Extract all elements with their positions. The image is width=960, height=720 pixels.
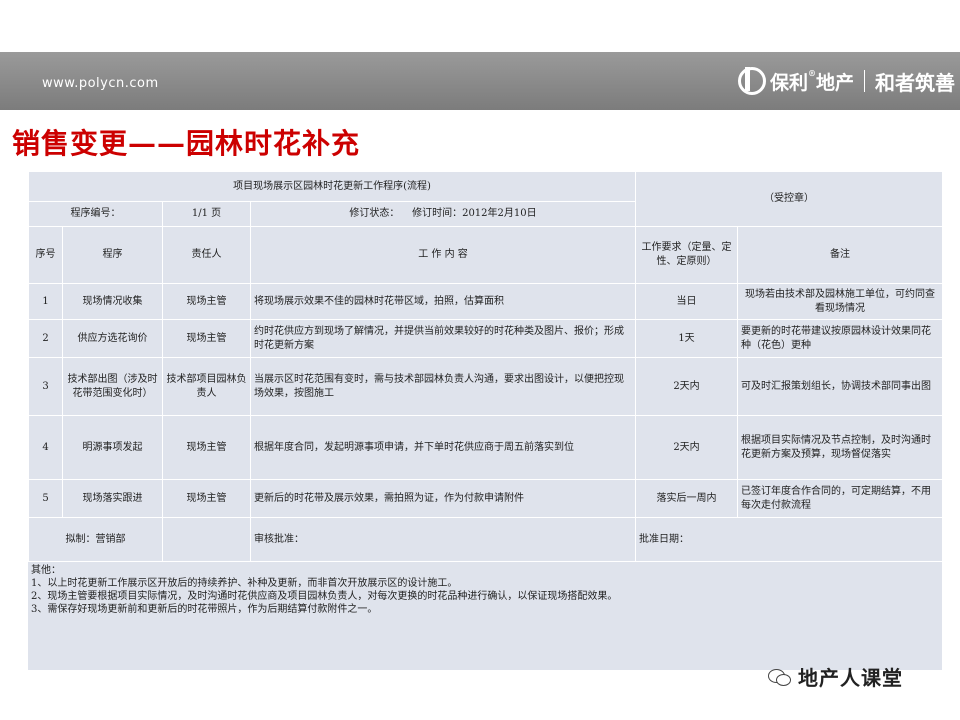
- row-remark: 要更新的时花带建议按原园林设计效果同花种（花色）更种: [737, 319, 943, 358]
- row-content: 根据年度合同，发起明源事项申请，并下单时花供应商于周五前落实到位: [250, 415, 636, 480]
- wechat-icon: [768, 667, 792, 687]
- header-owner: 责任人: [162, 226, 251, 284]
- row-remark: 已签订年度合作合同的，可定期结算，不用每次走付款流程: [737, 479, 943, 518]
- row-content: 当展示区时花范围有变时，需与技术部园林负责人沟通，要求出图设计，以便把控现场效果…: [250, 357, 636, 416]
- revision-time: 修订时间：2012年2月10日: [412, 208, 537, 219]
- row-content: 约时花供应方到现场了解情况，并提供当前效果较好的时花种类及图片、报价；形成时花更…: [250, 319, 636, 358]
- watermark-text: 地产人课堂: [798, 666, 903, 690]
- brand-name: 保利®地产: [770, 67, 855, 94]
- row-requirement: 1天: [635, 319, 738, 358]
- watermark: 地产人课堂: [768, 662, 903, 691]
- header-requirement: 工作要求（定量、定性、定原则）: [635, 226, 738, 284]
- note-item: 1、以上时花更新工作展示区开放后的持续养护、补种及更新，而非首次开放展示区的设计…: [31, 578, 458, 589]
- header-remark: 备注: [737, 226, 943, 284]
- review-approval: 审核批准：: [250, 517, 636, 562]
- row-remark: 可及时汇报策划组长，协调技术部同事出图: [737, 357, 943, 416]
- row-owner: 现场主管: [162, 319, 251, 358]
- header-content: 工 作 内 容: [250, 226, 636, 284]
- page-number: 1/1 页: [162, 201, 251, 227]
- signature-row: 拟制：营销部 审核批准： 批准日期：: [28, 517, 943, 562]
- row-requirement: 当日: [635, 283, 738, 320]
- note-item: 3、需保存好现场更新前和更新后的时花带照片，作为后期结算付款附件之一。: [31, 604, 378, 615]
- header-no: 序号: [28, 226, 63, 284]
- doc-title: 项目现场展示区园林时花更新工作程序(流程): [28, 171, 636, 202]
- controlled-stamp: （受控章）: [635, 171, 943, 227]
- row-no: 3: [28, 357, 63, 416]
- row-no: 2: [28, 319, 63, 358]
- notes-heading: 其他：: [31, 565, 61, 576]
- header-program: 程序: [62, 226, 163, 284]
- empty-cell: [162, 517, 251, 562]
- row-program: 技术部出图（涉及时花带范围变化时）: [62, 357, 163, 416]
- row-owner: 现场主管: [162, 479, 251, 518]
- revision-info: 修订状态： 修订时间：2012年2月10日: [250, 201, 636, 227]
- page-title: 销售变更——园林时花补充: [12, 127, 361, 160]
- row-remark: 根据项目实际情况及节点控制，及时沟通时花更新方案及预算，现场督促落实: [737, 415, 943, 480]
- row-requirement: 2天内: [635, 415, 738, 480]
- row-requirement: 2天内: [635, 357, 738, 416]
- row-owner: 现场主管: [162, 415, 251, 480]
- table-row: 3 技术部出图（涉及时花带范围变化时） 技术部项目园林负责人 当展示区时花范围有…: [28, 357, 943, 416]
- row-owner: 技术部项目园林负责人: [162, 357, 251, 416]
- brand-slogan: 和者筑善: [875, 70, 956, 95]
- row-owner: 现场主管: [162, 283, 251, 320]
- table-row: 5 现场落实跟进 现场主管 更新后的时花带及展示效果，需拍照为证，作为付款申请附…: [28, 479, 943, 518]
- row-no: 4: [28, 415, 63, 480]
- procedure-table-panel: 项目现场展示区园林时花更新工作程序(流程) （受控章） 程序编号： 1/1 页 …: [28, 171, 943, 670]
- row-content: 将现场展示效果不佳的园林时花带区域，拍照，估算面积: [250, 283, 636, 320]
- table-row: 4 明源事项发起 现场主管 根据年度合同，发起明源事项申请，并下单时花供应商于周…: [28, 415, 943, 480]
- note-item: 2、现场主管要根据项目实际情况，及时沟通时花供应商及项目园林负责人，对每次更换的…: [31, 591, 618, 602]
- brand-divider: [864, 70, 866, 92]
- approval-date: 批准日期：: [635, 517, 943, 562]
- row-no: 5: [28, 479, 63, 518]
- table-row: 1 现场情况收集 现场主管 将现场展示效果不佳的园林时花带区域，拍照，估算面积 …: [28, 283, 943, 320]
- row-no: 1: [28, 283, 63, 320]
- drafter: 拟制：营销部: [28, 517, 163, 562]
- notes-section: 其他： 1、以上时花更新工作展示区开放后的持续养护、补种及更新，而非首次开放展示…: [28, 561, 942, 670]
- table-row: 2 供应方选花询价 现场主管 约时花供应方到现场了解情况，并提供当前效果较好的时…: [28, 319, 943, 358]
- row-program: 现场落实跟进: [62, 479, 163, 518]
- row-content: 更新后的时花带及展示效果，需拍照为证，作为付款申请附件: [250, 479, 636, 518]
- brand-logo: 保利®地产 和者筑善: [738, 66, 955, 96]
- row-requirement: 落实后一周内: [635, 479, 738, 518]
- poly-logo-icon: [738, 67, 766, 95]
- table-header-row: 序号 程序 责任人 工 作 内 容 工作要求（定量、定性、定原则） 备注: [28, 226, 943, 284]
- row-program: 供应方选花询价: [62, 319, 163, 358]
- row-program: 明源事项发起: [62, 415, 163, 480]
- program-number-label: 程序编号：: [28, 201, 163, 227]
- row-program: 现场情况收集: [62, 283, 163, 320]
- procedure-table: 项目现场展示区园林时花更新工作程序(流程) （受控章） 程序编号： 1/1 页 …: [28, 171, 943, 562]
- row-remark: 现场若由技术部及园林施工单位，可约同查看现场情况: [737, 283, 943, 320]
- header-bar: www.polycn.com 保利®地产 和者筑善: [0, 52, 960, 110]
- revision-state: 修订状态：: [349, 208, 400, 219]
- website-url[interactable]: www.polycn.com: [42, 76, 159, 91]
